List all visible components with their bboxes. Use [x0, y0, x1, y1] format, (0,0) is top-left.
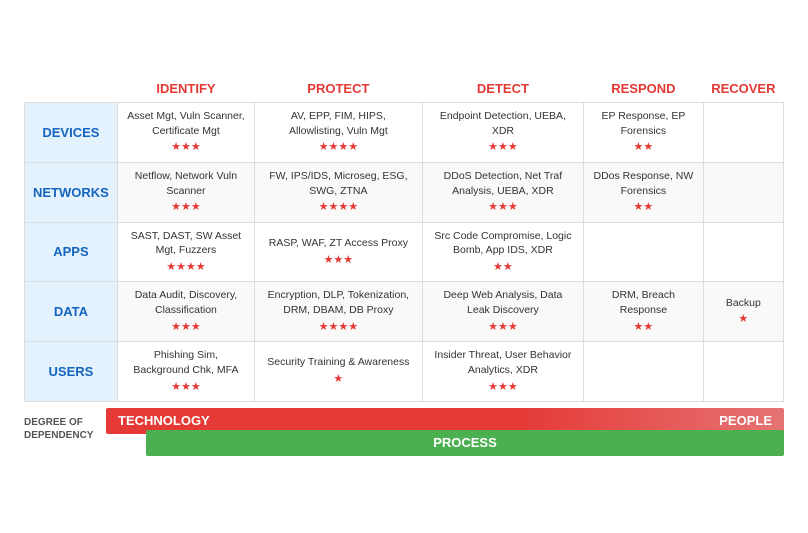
cell-data-detect: Deep Web Analysis, Data Leak Discovery★★…: [422, 282, 583, 342]
cell-users-protect: Security Training & Awareness★: [255, 342, 423, 402]
star-rating: ★★★: [126, 320, 246, 335]
star-rating: ★★★★: [263, 320, 414, 335]
cell-networks-identify: Netflow, Network Vuln Scanner★★★: [117, 162, 254, 222]
cell-data-identify: Data Audit, Discovery, Classification★★★: [117, 282, 254, 342]
star-rating: ★★★★: [263, 140, 414, 155]
cell-networks-protect: FW, IPS/IDS, Microseg, ESG, SWG, ZTNA★★★…: [255, 162, 423, 222]
star-rating: ★★★: [263, 253, 414, 268]
cell-devices-protect: AV, EPP, FIM, HIPS, Allowlisting, Vuln M…: [255, 103, 423, 163]
table-row: NETWORKSNetflow, Network Vuln Scanner★★★…: [25, 162, 784, 222]
cell-data-recover: Backup★: [703, 282, 783, 342]
table-row: DEVICESAsset Mgt, Vuln Scanner, Certific…: [25, 103, 784, 163]
cell-devices-detect: Endpoint Detection, UEBA, XDR★★★: [422, 103, 583, 163]
recover-header: RECOVER: [703, 75, 783, 103]
identify-header: IDENTIFY: [117, 75, 254, 103]
cell-data-protect: Encryption, DLP, Tokenization, DRM, DBAM…: [255, 282, 423, 342]
cell-apps-detect: Src Code Compromise, Logic Bomb, App IDS…: [422, 222, 583, 282]
star-rating: ★★★: [431, 380, 575, 395]
framework-table: IDENTIFY PROTECT DETECT RESPOND RECOVER …: [24, 75, 784, 402]
cell-networks-respond: DDos Response, NW Forensics★★: [584, 162, 704, 222]
star-rating: ★: [712, 312, 775, 327]
cell-users-respond: [584, 342, 704, 402]
bars-container: TECHNOLOGY PEOPLE PROCESS: [106, 406, 784, 458]
bottom-section: DEGREE OFDEPENDENCY TECHNOLOGY PEOPLE PR…: [24, 406, 784, 458]
header-row: IDENTIFY PROTECT DETECT RESPOND RECOVER: [25, 75, 784, 103]
star-rating: ★★★: [431, 320, 575, 335]
cell-apps-protect: RASP, WAF, ZT Access Proxy★★★: [255, 222, 423, 282]
table-row: DATAData Audit, Discovery, Classificatio…: [25, 282, 784, 342]
star-rating: ★★★: [126, 140, 246, 155]
row-label-networks: NETWORKS: [25, 162, 118, 222]
star-rating: ★★★★: [263, 200, 414, 215]
cell-apps-recover: [703, 222, 783, 282]
cell-apps-identify: SAST, DAST, SW Asset Mgt, Fuzzers★★★★: [117, 222, 254, 282]
process-bar: PROCESS: [146, 430, 784, 456]
people-label: PEOPLE: [719, 413, 772, 428]
degree-label: DEGREE OFDEPENDENCY: [24, 416, 102, 442]
cell-networks-recover: [703, 162, 783, 222]
cell-data-respond: DRM, Breach Response★★: [584, 282, 704, 342]
cell-devices-respond: EP Response, EP Forensics★★: [584, 103, 704, 163]
row-label-devices: DEVICES: [25, 103, 118, 163]
row-label-apps: APPS: [25, 222, 118, 282]
cell-apps-respond: [584, 222, 704, 282]
technology-label: TECHNOLOGY: [118, 413, 719, 428]
cell-networks-detect: DDoS Detection, Net Traf Analysis, UEBA,…: [422, 162, 583, 222]
star-rating: ★★★: [126, 380, 246, 395]
row-label-users: USERS: [25, 342, 118, 402]
table-row: APPSSAST, DAST, SW Asset Mgt, Fuzzers★★★…: [25, 222, 784, 282]
star-rating: ★★: [431, 260, 575, 275]
star-rating: ★★★: [126, 200, 246, 215]
cell-users-identify: Phishing Sim, Background Chk, MFA★★★: [117, 342, 254, 402]
main-container: IDENTIFY PROTECT DETECT RESPOND RECOVER …: [14, 65, 794, 468]
row-label-data: DATA: [25, 282, 118, 342]
cell-devices-recover: [703, 103, 783, 163]
star-rating: ★★★: [431, 200, 575, 215]
cell-devices-identify: Asset Mgt, Vuln Scanner, Certificate Mgt…: [117, 103, 254, 163]
table-row: USERSPhishing Sim, Background Chk, MFA★★…: [25, 342, 784, 402]
respond-header: RESPOND: [584, 75, 704, 103]
cell-users-recover: [703, 342, 783, 402]
process-label: PROCESS: [433, 435, 497, 450]
protect-header: PROTECT: [255, 75, 423, 103]
star-rating: ★★★: [431, 140, 575, 155]
star-rating: ★: [263, 372, 414, 387]
cell-users-detect: Insider Threat, User Behavior Analytics,…: [422, 342, 583, 402]
star-rating: ★★★★: [126, 260, 246, 275]
corner-header: [25, 75, 118, 103]
star-rating: ★★: [592, 200, 695, 215]
detect-header: DETECT: [422, 75, 583, 103]
star-rating: ★★: [592, 320, 695, 335]
star-rating: ★★: [592, 140, 695, 155]
